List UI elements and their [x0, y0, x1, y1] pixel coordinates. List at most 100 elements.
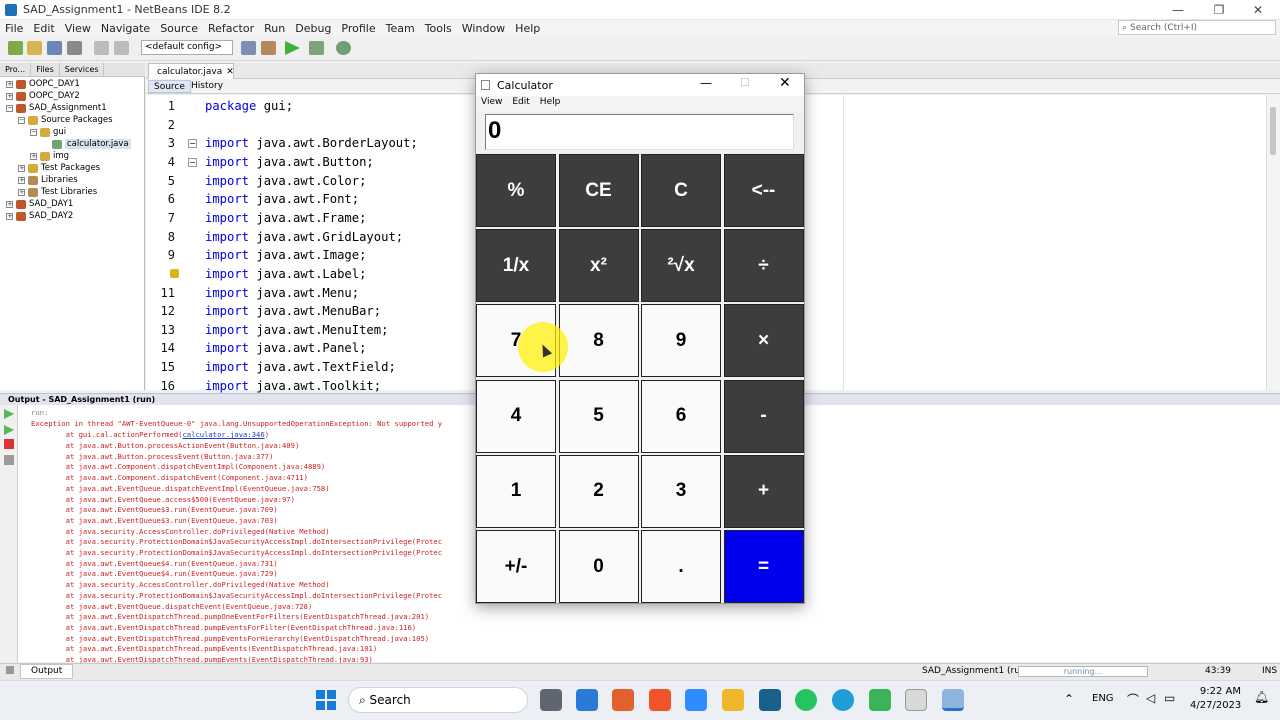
menu-edit[interactable]: Edit	[28, 22, 59, 35]
key-button[interactable]: <--	[723, 154, 804, 227]
collapse-icon[interactable]: −	[6, 104, 13, 112]
tree-node[interactable]: + OOPC_DAY2	[6, 91, 80, 101]
expand-icon[interactable]: +	[6, 212, 13, 220]
battery-icon[interactable]: ▭	[1164, 691, 1175, 705]
menu-file[interactable]: File	[0, 22, 28, 35]
fold-icon[interactable]: −	[188, 158, 197, 167]
expand-icon[interactable]: +	[6, 80, 13, 88]
key-button[interactable]: 2	[558, 454, 639, 528]
redo-icon[interactable]	[114, 41, 129, 55]
task-view-icon[interactable]	[540, 689, 562, 711]
menu-view[interactable]: View	[60, 22, 96, 35]
tree-node[interactable]: − Source Packages	[18, 115, 113, 125]
new-file-icon[interactable]	[8, 41, 23, 55]
code-line[interactable]: import java.awt.Panel;	[205, 341, 366, 355]
menu-navigate[interactable]: Navigate	[96, 22, 155, 35]
tree-node[interactable]: − gui	[30, 127, 66, 137]
code-line[interactable]: import java.awt.Button;	[205, 155, 374, 169]
tab-projects[interactable]: Pro...	[0, 63, 32, 76]
menu-help[interactable]: Help	[510, 22, 545, 35]
menu-profile[interactable]: Profile	[336, 22, 380, 35]
menu-refactor[interactable]: Refactor	[203, 22, 259, 35]
debug-icon[interactable]	[309, 41, 324, 55]
windows-start-icon[interactable]	[316, 690, 336, 710]
tab-files[interactable]: Files	[31, 63, 60, 76]
code-line[interactable]: import java.awt.Image;	[205, 248, 366, 262]
tab-services[interactable]: Services	[60, 63, 105, 76]
key-button[interactable]: 6	[641, 379, 721, 453]
source-tab[interactable]: Source	[148, 80, 191, 93]
stop-icon[interactable]	[4, 439, 14, 449]
store-icon[interactable]	[869, 689, 891, 711]
run-icon[interactable]	[285, 41, 300, 55]
expand-icon[interactable]: +	[6, 200, 13, 208]
key-button[interactable]: CE	[558, 154, 639, 227]
code-line[interactable]: import java.awt.TextField;	[205, 360, 396, 374]
tree-node[interactable]: + Test Libraries	[18, 187, 97, 197]
fold-icon[interactable]: −	[188, 139, 197, 148]
source-link[interactable]: calculator.java:346	[182, 430, 264, 439]
expand-icon[interactable]: +	[6, 92, 13, 100]
tree-node[interactable]: + Test Packages	[18, 163, 100, 173]
key-button[interactable]: 1/x	[476, 229, 556, 303]
menu-source[interactable]: Source	[155, 22, 203, 35]
save-all-icon[interactable]	[67, 41, 82, 55]
code-line[interactable]: import java.awt.Frame;	[205, 211, 366, 225]
file-explorer-icon[interactable]	[722, 689, 744, 711]
key-button[interactable]: +/-	[476, 530, 556, 603]
warning-icon[interactable]	[170, 269, 179, 278]
expand-icon[interactable]: +	[18, 176, 25, 184]
collapse-icon[interactable]: −	[18, 116, 25, 124]
code-line[interactable]: import java.awt.MenuItem;	[205, 323, 388, 337]
wifi-icon[interactable]: ⌒	[1127, 691, 1139, 708]
code-line[interactable]: package gui;	[205, 99, 293, 113]
code-line[interactable]: import java.awt.GridLayout;	[205, 230, 403, 244]
minimize-icon[interactable]: —	[700, 76, 712, 90]
key-button[interactable]: 0	[558, 530, 639, 603]
chevron-up-icon[interactable]: ⌃	[1064, 692, 1074, 706]
edge-browser-icon[interactable]	[832, 689, 854, 711]
search-box[interactable]: ⌕ Search (Ctrl+I)	[1118, 20, 1276, 35]
calc-menu-help[interactable]: Help	[535, 96, 566, 111]
snipping-tool-icon[interactable]	[905, 689, 927, 711]
clock-date[interactable]: 4/27/2023	[1190, 700, 1241, 711]
rerun-with-options-icon[interactable]	[4, 425, 14, 435]
menu-run[interactable]: Run	[259, 22, 290, 35]
key-button[interactable]: 4	[476, 379, 556, 453]
menu-team[interactable]: Team	[381, 22, 420, 35]
clean-build-icon[interactable]	[261, 41, 276, 55]
key-button[interactable]: 3	[641, 454, 721, 528]
key-button[interactable]: -	[723, 379, 804, 453]
taskbar-search[interactable]: ⌕ Search	[348, 687, 528, 713]
code-line[interactable]: import java.awt.BorderLayout;	[205, 136, 418, 150]
new-project-icon[interactable]	[27, 41, 42, 55]
language-indicator[interactable]: ENG	[1092, 693, 1114, 704]
code-line[interactable]: import java.awt.Toolkit;	[205, 379, 381, 393]
zoom-icon[interactable]	[685, 689, 707, 711]
key-button[interactable]: C	[641, 154, 721, 227]
office-icon[interactable]	[612, 689, 634, 711]
code-line[interactable]: import java.awt.Menu;	[205, 286, 359, 300]
notification-icon[interactable]: 🔔︎	[1254, 690, 1269, 704]
profile-icon[interactable]	[336, 41, 351, 55]
tree-node[interactable]: + SAD_DAY2	[6, 211, 73, 221]
app-3d-icon[interactable]	[576, 689, 598, 711]
scrollbar-thumb[interactable]	[1270, 107, 1276, 155]
key-button[interactable]: +	[723, 454, 804, 528]
tab-calculator-java[interactable]: calculator.java ✕	[148, 63, 234, 79]
key-button[interactable]: %	[476, 154, 556, 227]
collapse-icon[interactable]: −	[30, 128, 37, 136]
clock-time[interactable]: 9:22 AM	[1195, 686, 1241, 697]
expand-icon[interactable]: +	[18, 164, 25, 172]
java-app-icon[interactable]	[942, 689, 964, 711]
open-project-icon[interactable]	[47, 41, 62, 55]
history-tab[interactable]: History	[186, 80, 228, 93]
code-line[interactable]: import java.awt.Color;	[205, 174, 366, 188]
close-icon[interactable]: ✕	[779, 75, 791, 91]
tree-node[interactable]: + SAD_DAY1	[6, 199, 73, 209]
output-settings-icon[interactable]	[4, 455, 14, 465]
key-button[interactable]: 1	[476, 454, 556, 528]
code-line[interactable]: import java.awt.Label;	[205, 267, 366, 281]
config-select[interactable]: <default config>	[141, 40, 233, 55]
key-button[interactable]: ×	[723, 304, 804, 378]
